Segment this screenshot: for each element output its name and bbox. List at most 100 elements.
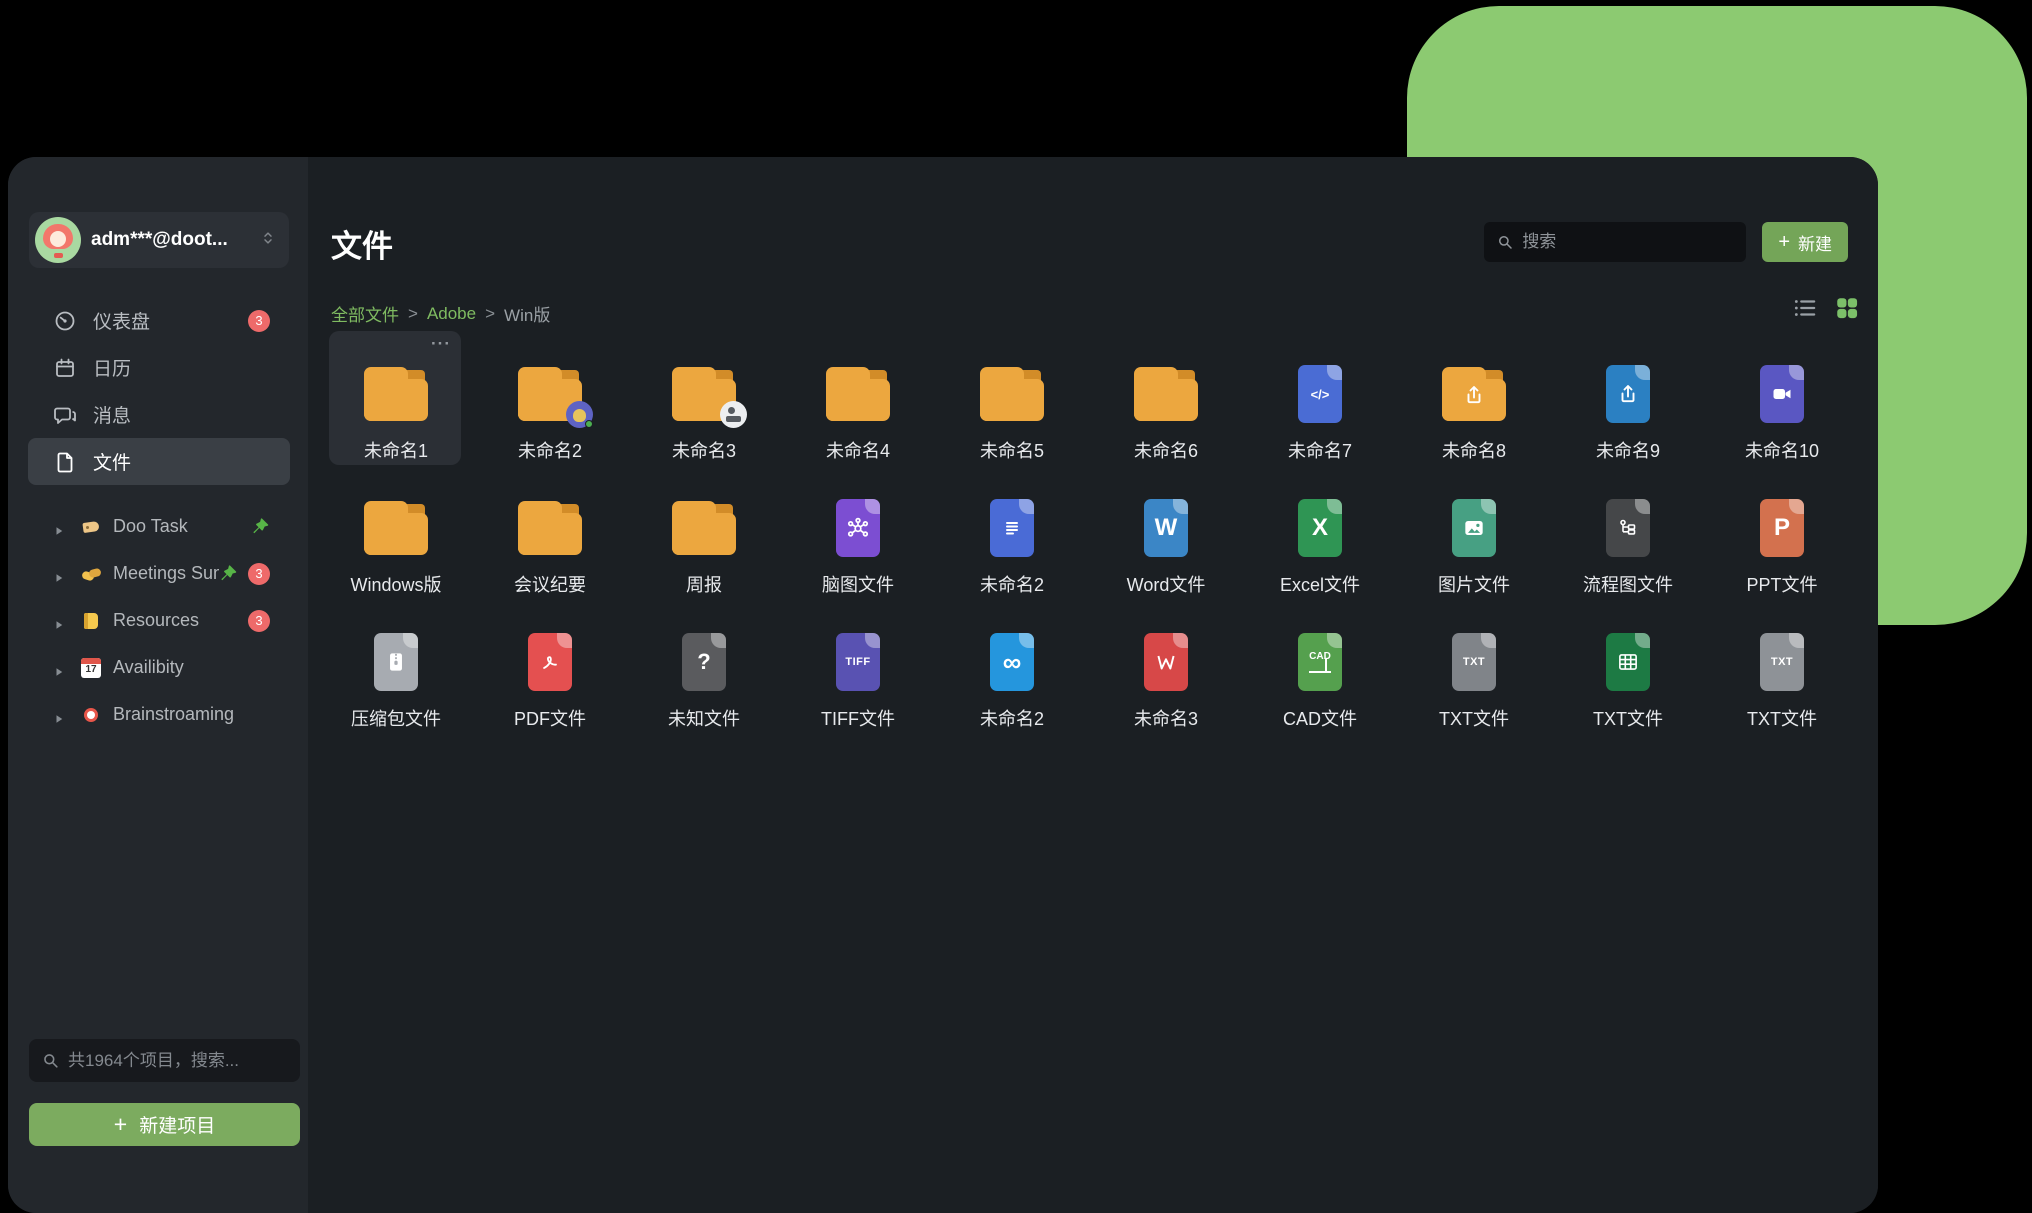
file-tile[interactable]: 未命名10 xyxy=(1705,335,1859,469)
file-tile[interactable]: TIFF TIFF文件 xyxy=(781,603,935,737)
project-item-meetings[interactable]: Meetings Sum... 3 xyxy=(8,550,308,597)
project-name: Brainstroaming xyxy=(113,704,234,725)
file-tile[interactable]: 未命名9 xyxy=(1551,335,1705,469)
file-tile[interactable]: 未命名3 xyxy=(627,335,781,469)
file-tile[interactable]: 未命名5 xyxy=(935,335,1089,469)
project-search[interactable] xyxy=(29,1039,300,1082)
file-grid: ··· 未命名1 未命名2 未命名3 xyxy=(319,335,1859,737)
file-search-input[interactable] xyxy=(1522,232,1734,252)
file-tile[interactable]: 图片文件 xyxy=(1397,469,1551,603)
file-tile[interactable]: TXT TXT文件 xyxy=(1397,603,1551,737)
upload-folder-icon xyxy=(1442,367,1506,421)
project-name: Resources xyxy=(113,610,199,631)
file-tile[interactable]: </> 未命名7 xyxy=(1243,335,1397,469)
more-menu-icon[interactable]: ··· xyxy=(431,334,451,354)
file-tile[interactable]: ∞ 未命名2 xyxy=(935,603,1089,737)
account-name: adm***@doot... xyxy=(91,229,253,251)
expand-arrow-icon[interactable] xyxy=(53,709,65,721)
sidebar-item-messages[interactable]: 消息 xyxy=(8,391,308,438)
file-tile[interactable]: P PPT文件 xyxy=(1705,469,1859,603)
file-name: 流程图文件 xyxy=(1583,571,1673,597)
sidebar-item-dashboard[interactable]: 仪表盘 3 xyxy=(8,297,308,344)
ppt-file-icon: P xyxy=(1760,499,1804,557)
file-name: 未命名2 xyxy=(980,571,1044,597)
chevron-updown-icon xyxy=(259,229,277,252)
file-tile[interactable]: 会议纪要 xyxy=(473,469,627,603)
alarm-clock-emoji-icon xyxy=(81,705,101,725)
folder-icon xyxy=(980,367,1044,421)
unread-badge: 3 xyxy=(248,310,270,332)
expand-arrow-icon[interactable] xyxy=(53,521,65,533)
new-file-button[interactable]: + 新建 xyxy=(1762,222,1848,262)
sidebar: adm***@doot... 仪表盘 3 xyxy=(8,157,308,1213)
sidebar-item-calendar[interactable]: 日历 xyxy=(8,344,308,391)
file-name: 未命名2 xyxy=(518,437,582,463)
breadcrumb-adobe[interactable]: Adobe xyxy=(427,304,476,324)
project-item-doo-task[interactable]: Doo Task xyxy=(8,503,308,550)
file-tile[interactable]: PDF文件 xyxy=(473,603,627,737)
expand-arrow-icon[interactable] xyxy=(53,662,65,674)
main-content: 文件 + 新建 全部文件 > Adobe > Win版 xyxy=(308,157,1878,1213)
file-name: TXT文件 xyxy=(1439,705,1509,731)
folder-icon xyxy=(1134,367,1198,421)
account-switcher[interactable]: adm***@doot... xyxy=(29,212,289,268)
file-name: 脑图文件 xyxy=(822,571,894,597)
file-tile[interactable]: TXT文件 xyxy=(1551,603,1705,737)
page-title: 文件 xyxy=(331,221,393,266)
file-name: 未知文件 xyxy=(668,705,740,731)
file-tile[interactable]: 压缩包文件 xyxy=(319,603,473,737)
expand-arrow-icon[interactable] xyxy=(53,568,65,580)
new-project-button[interactable]: + 新建项目 xyxy=(29,1103,300,1146)
file-tile[interactable]: 未命名4 xyxy=(781,335,935,469)
file-tile[interactable]: 未命名8 xyxy=(1397,335,1551,469)
pin-icon xyxy=(219,564,238,583)
folder-icon xyxy=(518,367,582,421)
project-search-input[interactable] xyxy=(68,1051,288,1071)
mindmap-icon xyxy=(845,515,871,541)
breadcrumb-current: Win版 xyxy=(504,301,550,326)
project-name: Availibity xyxy=(113,657,184,678)
file-tile[interactable]: 未命名3 xyxy=(1089,603,1243,737)
file-tile[interactable]: 周报 xyxy=(627,469,781,603)
file-tile[interactable]: 未命名2 xyxy=(473,335,627,469)
search-icon xyxy=(41,1051,60,1070)
folder-icon xyxy=(364,501,428,555)
sidebar-item-label: 消息 xyxy=(93,401,131,428)
project-item-brainstroaming[interactable]: Brainstroaming xyxy=(8,691,308,738)
grid-view-icon[interactable] xyxy=(1834,295,1860,326)
new-file-label: 新建 xyxy=(1798,230,1832,255)
sidebar-item-label: 仪表盘 xyxy=(93,307,150,334)
cad-file-icon: CAD xyxy=(1298,633,1342,691)
file-name: PPT文件 xyxy=(1746,571,1817,597)
file-name: 未命名10 xyxy=(1745,437,1819,463)
file-tile[interactable]: 未命名6 xyxy=(1089,335,1243,469)
tag-emoji-icon xyxy=(81,517,101,537)
file-name: 未命名9 xyxy=(1596,437,1660,463)
file-tile[interactable]: ··· 未命名1 xyxy=(319,335,473,469)
project-item-resources[interactable]: Resources 3 xyxy=(8,597,308,644)
file-name: CAD文件 xyxy=(1283,705,1357,731)
breadcrumb-all-files[interactable]: 全部文件 xyxy=(331,301,399,326)
file-tile[interactable]: Windows版 xyxy=(319,469,473,603)
file-tile[interactable]: X Excel文件 xyxy=(1243,469,1397,603)
file-tile[interactable]: 脑图文件 xyxy=(781,469,935,603)
mindmap-file-icon xyxy=(836,499,880,557)
file-tile[interactable]: W Word文件 xyxy=(1089,469,1243,603)
file-tile[interactable]: CAD CAD文件 xyxy=(1243,603,1397,737)
file-name: 未命名2 xyxy=(980,705,1044,731)
file-tile[interactable]: ? 未知文件 xyxy=(627,603,781,737)
unread-badge: 3 xyxy=(248,610,270,632)
file-name: 未命名8 xyxy=(1442,437,1506,463)
file-name: 未命名3 xyxy=(672,437,736,463)
file-tile[interactable]: TXT TXT文件 xyxy=(1705,603,1859,737)
project-list: Doo Task Meetings Sum... 3 xyxy=(8,503,308,738)
file-tile[interactable]: 流程图文件 xyxy=(1551,469,1705,603)
upload-icon xyxy=(1462,383,1486,407)
project-item-availibity[interactable]: 17 Availibity xyxy=(8,644,308,691)
list-view-icon[interactable] xyxy=(1792,295,1818,326)
flowchart-icon xyxy=(1616,516,1640,540)
file-tile[interactable]: 未命名2 xyxy=(935,469,1089,603)
sidebar-item-files[interactable]: 文件 xyxy=(28,438,290,485)
file-search[interactable] xyxy=(1484,222,1746,262)
expand-arrow-icon[interactable] xyxy=(53,615,65,627)
